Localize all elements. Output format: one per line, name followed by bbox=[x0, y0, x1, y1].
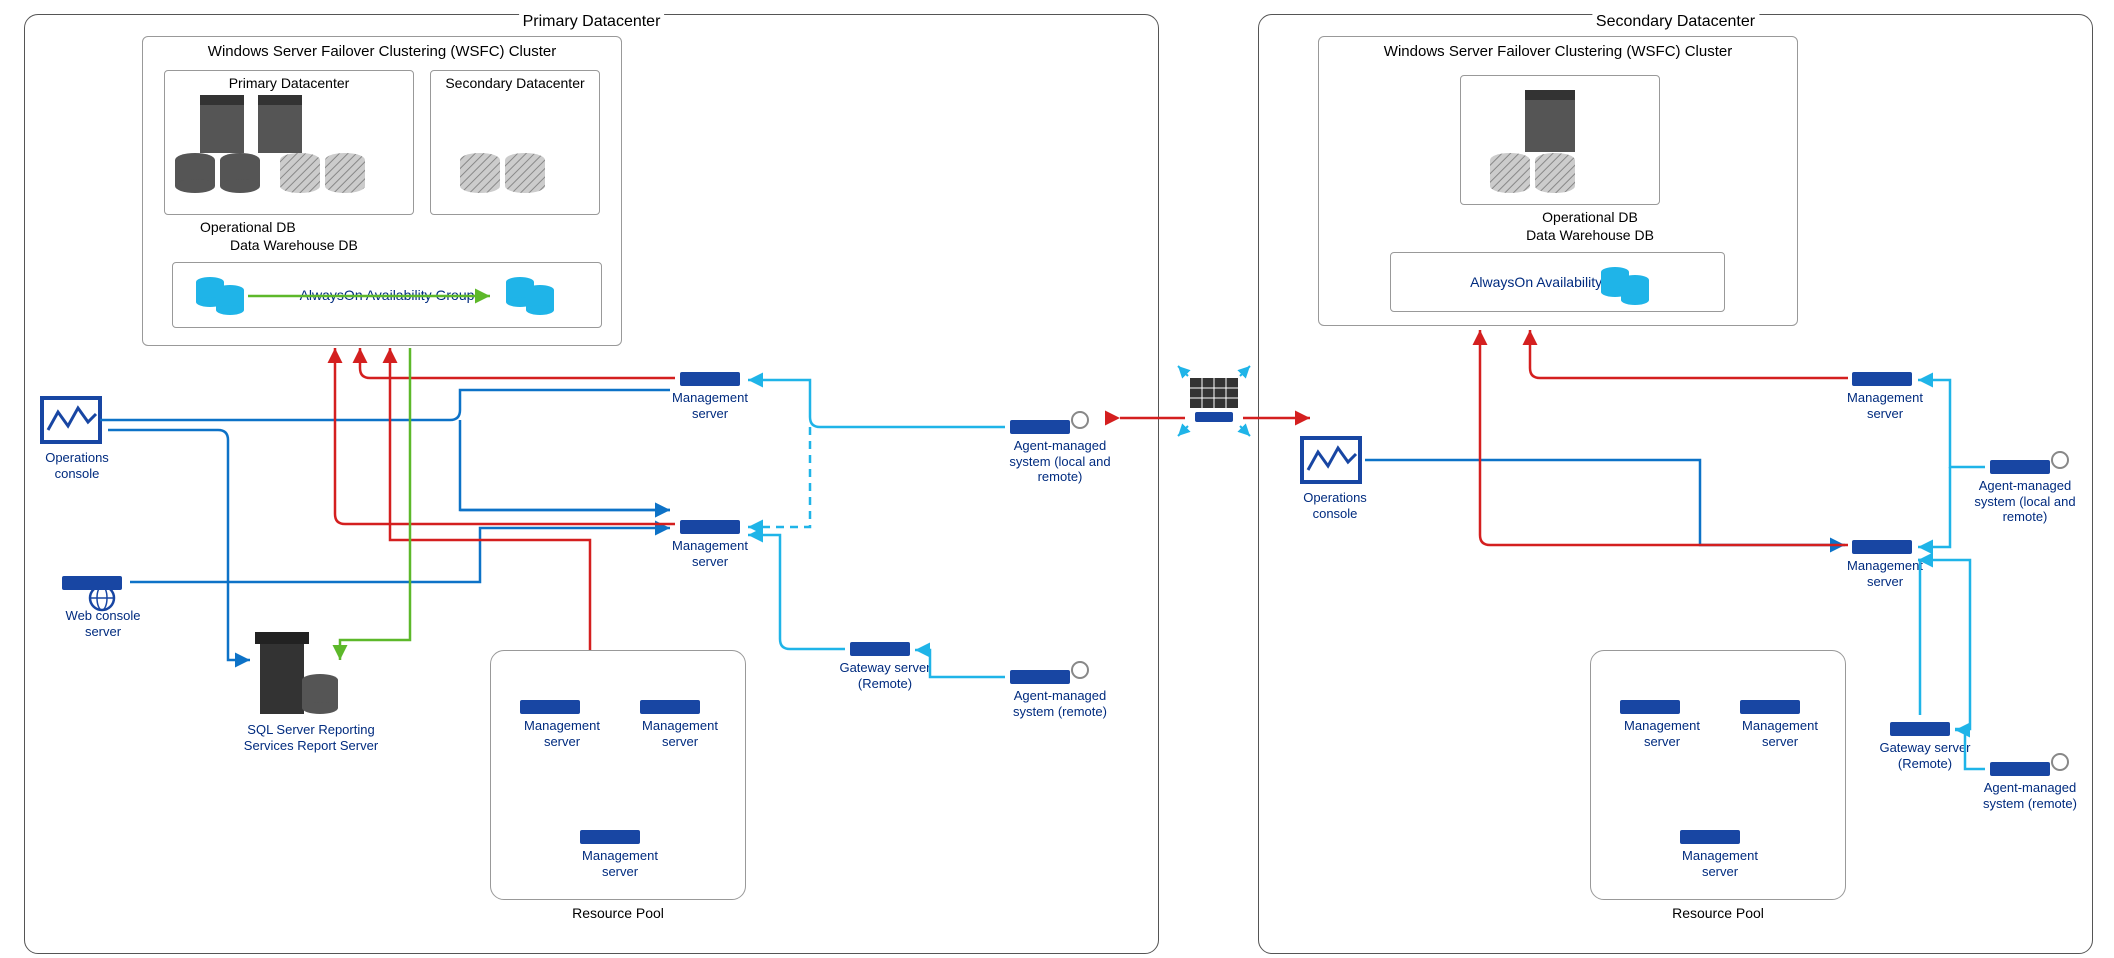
primary-agent-local-label: Agent-managed system (local and remote) bbox=[995, 438, 1125, 485]
secondary-db-labels: Operational DB Data Warehouse DB bbox=[1490, 208, 1690, 244]
primary-resource-pool-title: Resource Pool bbox=[572, 905, 664, 921]
primary-ag-label: AlwaysOn Availability Group bbox=[300, 287, 475, 303]
secondary-op-db-label: Operational DB bbox=[1490, 208, 1690, 226]
primary-pool-mgmt3-label: Management server bbox=[565, 848, 675, 879]
secondary-dc-title: Secondary Datacenter bbox=[1592, 13, 1759, 31]
secondary-gateway-label: Gateway server (Remote) bbox=[1870, 740, 1980, 771]
primary-pool-mgmt1-label: Management server bbox=[507, 718, 617, 749]
primary-agent-remote-label: Agent-managed system (remote) bbox=[995, 688, 1125, 719]
secondary-dc-sub-box bbox=[1460, 75, 1660, 205]
primary-db-labels: Operational DB Data Warehouse DB bbox=[200, 218, 460, 254]
secondary-wsfc-title: Windows Server Failover Clustering (WSFC… bbox=[1319, 37, 1797, 62]
primary-sql-report-label: SQL Server Reporting Services Report Ser… bbox=[241, 722, 381, 753]
secondary-pool-mgmt3-label: Management server bbox=[1665, 848, 1775, 879]
secondary-pool-mgmt1-label: Management server bbox=[1607, 718, 1717, 749]
primary-mgmt1-label: Management server bbox=[655, 390, 765, 421]
secondary-pool-mgmt2-label: Management server bbox=[1725, 718, 1835, 749]
secondary-agent-remote-label: Agent-managed system (remote) bbox=[1975, 780, 2085, 811]
primary-pool-mgmt2-label: Management server bbox=[625, 718, 735, 749]
firewall-icon bbox=[1178, 366, 1250, 436]
primary-op-db-label: Operational DB bbox=[200, 218, 460, 236]
secondary-ops-console-label: Operations console bbox=[1290, 490, 1380, 521]
secondary-ag-box: AlwaysOn Availability Group bbox=[1390, 252, 1725, 312]
primary-web-console-label: Web console server bbox=[58, 608, 148, 639]
primary-sub-primary-title: Primary Datacenter bbox=[165, 71, 413, 93]
secondary-resource-pool-title: Resource Pool bbox=[1672, 905, 1764, 921]
primary-dc-title: Primary Datacenter bbox=[519, 13, 665, 31]
primary-gateway-label: Gateway server (Remote) bbox=[830, 660, 940, 691]
primary-mgmt2-label: Management server bbox=[655, 538, 765, 569]
primary-ag-box: AlwaysOn Availability Group bbox=[172, 262, 602, 328]
primary-sub-secondary-box: Secondary Datacenter bbox=[430, 70, 600, 215]
primary-wsfc-title: Windows Server Failover Clustering (WSFC… bbox=[143, 37, 621, 62]
secondary-mgmt2-label: Management server bbox=[1830, 558, 1940, 589]
secondary-ag-label: AlwaysOn Availability Group bbox=[1470, 274, 1645, 290]
primary-sub-primary-box: Primary Datacenter bbox=[164, 70, 414, 215]
secondary-dw-db-label: Data Warehouse DB bbox=[1490, 226, 1690, 244]
primary-sub-secondary-title: Secondary Datacenter bbox=[431, 71, 599, 93]
primary-ops-console-label: Operations console bbox=[32, 450, 122, 481]
secondary-mgmt1-label: Management server bbox=[1830, 390, 1940, 421]
primary-dw-db-label: Data Warehouse DB bbox=[230, 236, 460, 254]
secondary-agent-local-label: Agent-managed system (local and remote) bbox=[1970, 478, 2080, 525]
